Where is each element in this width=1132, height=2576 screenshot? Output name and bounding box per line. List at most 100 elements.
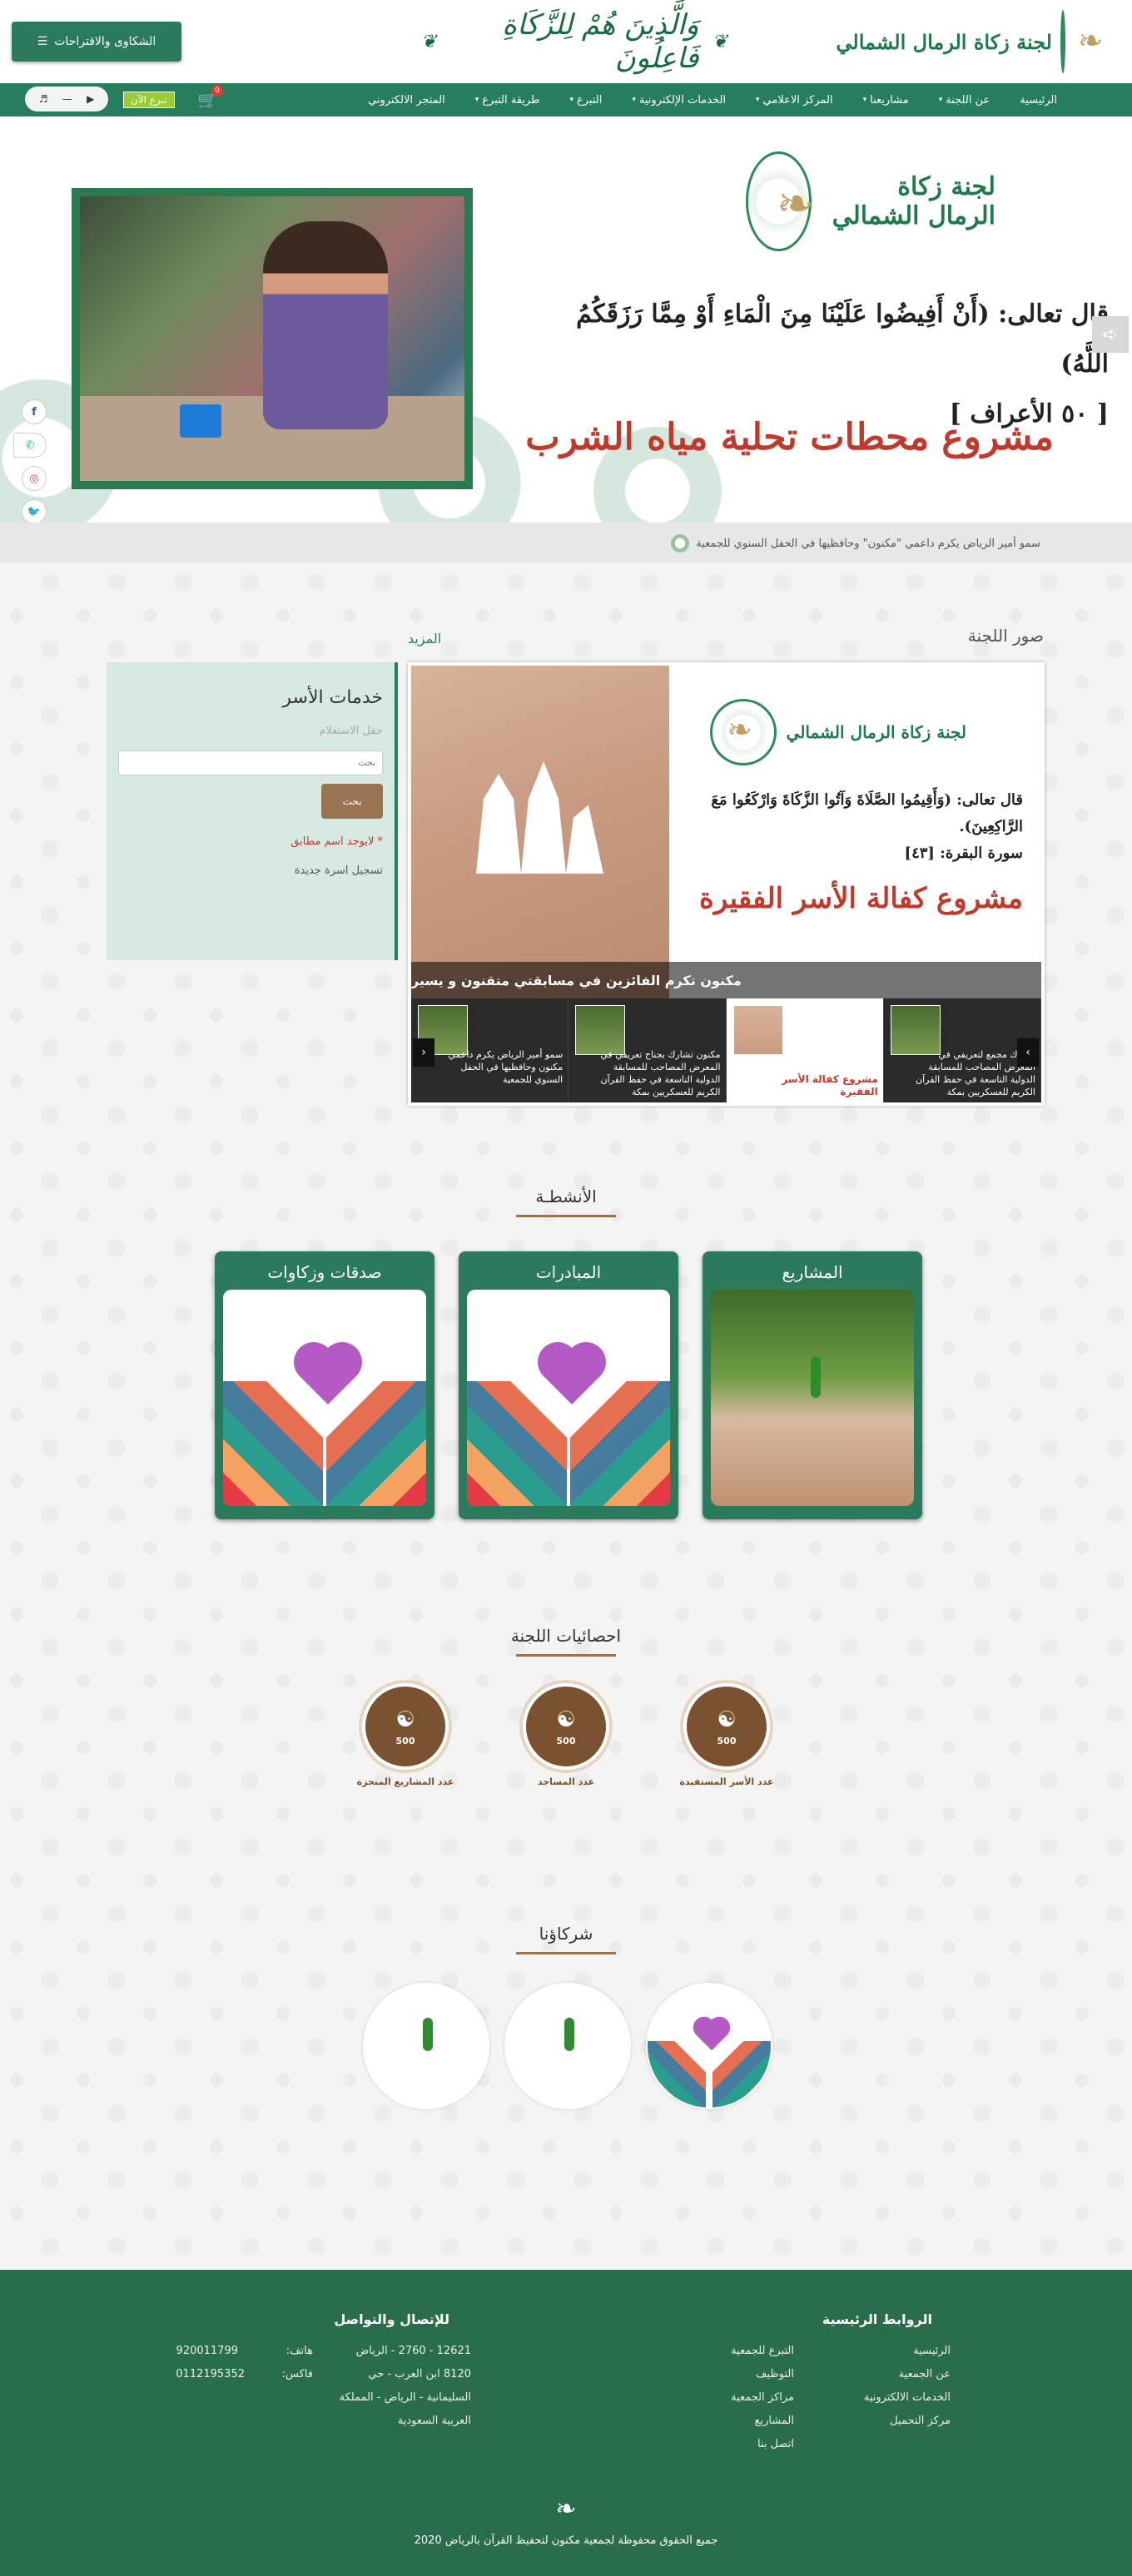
no-match-error: * لايوجد اسم مطابق <box>290 835 383 848</box>
hero-title: مشروع محطات تحلية مياه الشرب <box>525 416 1054 458</box>
thumb-image <box>732 1005 783 1055</box>
footer-link[interactable]: الخدمات الالكترونية <box>864 2391 951 2404</box>
chevron-left-icon[interactable]: ‹ <box>413 1038 434 1067</box>
nav-item[interactable]: التبرع ▾ <box>569 94 602 107</box>
nav-item[interactable]: مشاريعنا ▾ <box>863 94 909 107</box>
gallery-logo: لجنة زكاة الرمال الشمالي <box>709 699 966 765</box>
nav-item-label: الخدمات الإلكترونية <box>638 93 726 107</box>
thumb-image <box>575 1005 626 1055</box>
hands-shape <box>326 1381 426 1506</box>
partner-logo[interactable] <box>363 1983 489 2109</box>
thumb-caption: سمو أمير الرياض يكرم داعمي مكنون وحافظيه… <box>448 1049 564 1085</box>
volume-icon[interactable]: ♬ <box>39 93 48 105</box>
stats-heading: احصائيات اللجنة <box>466 1626 666 1657</box>
fax-label: فاكس: <box>281 2368 313 2380</box>
gallery-thumbnails: تشارك مجمع لتعريفي في المعرض المصاحب للم… <box>411 998 1041 1102</box>
gallery-thumb-active[interactable]: مشروع كفالة الأسر الفقيرة <box>726 998 884 1102</box>
hero-quote-line: قال تعالى: (أَنْ أَفِيضُوا عَلَيْنَا مِن… <box>576 300 1109 379</box>
hero-photo <box>80 196 464 481</box>
footer-address: 8120 ابن العرب - حي <box>368 2368 471 2380</box>
nav-item[interactable]: الخدمات الإلكترونية ▾ <box>632 94 726 107</box>
gallery-project-title: مشروع كفالة الأسر الفقيرة <box>699 882 1023 915</box>
audio-player[interactable]: ▶ — ♬ <box>25 87 108 111</box>
activity-card-charity[interactable]: صدقات وزكاوات <box>215 1251 434 1519</box>
phone-label: هاتف: <box>285 2345 313 2357</box>
hands-shape <box>467 1381 567 1506</box>
logo-emblem <box>1060 10 1103 73</box>
facebook-icon[interactable]: f <box>22 399 47 424</box>
footer-link[interactable]: عن الجمعية <box>899 2368 951 2380</box>
footer-link[interactable]: مراكز الجمعية <box>731 2391 794 2404</box>
list-icon: ☰ <box>37 35 48 48</box>
chevron-right-icon[interactable]: › <box>1017 1038 1039 1067</box>
complaints-button[interactable]: الشكاوى والاقتراحات ☰ <box>12 22 181 62</box>
search-button[interactable]: بحث <box>321 784 383 819</box>
gallery-more-link[interactable]: المزيد <box>408 631 441 646</box>
donate-now-button[interactable]: تبرع الآن <box>123 92 175 108</box>
stat-projects: ☯ 500 عدد المشاريع المنجزة <box>343 1683 468 1787</box>
sprout-shape <box>811 1356 821 1398</box>
footer-link[interactable]: التوظيف <box>756 2368 794 2380</box>
whatsapp-icon[interactable]: ✆ <box>13 433 47 458</box>
play-icon[interactable]: ▶ <box>87 93 94 105</box>
footer-link[interactable]: التبرع للجمعية <box>731 2345 794 2357</box>
nav-item-label: طريقة التبرع <box>482 93 540 107</box>
twitter-icon[interactable]: 🐦 <box>22 499 47 523</box>
stat-value: 500 <box>556 1735 576 1746</box>
fax-value: 0112195352 <box>176 2368 245 2380</box>
partner-logo[interactable] <box>504 1983 631 2109</box>
nav-item[interactable]: طريقة التبرع ▾ <box>475 94 540 107</box>
gallery-main-slide[interactable]: لجنة زكاة الرمال الشمالي قال تعالى: (وَأ… <box>411 666 1041 998</box>
ticker-text: سمو أمير الرياض يكرم داعمي "مكنون" وحافظ… <box>696 537 1040 550</box>
services-title: خدمات الأسر <box>282 687 383 708</box>
activity-image <box>711 1290 914 1506</box>
sprout-shape <box>423 2018 433 2051</box>
activity-image <box>223 1290 426 1506</box>
nav-item-label: مشاريعنا <box>870 93 909 107</box>
gallery-logo-emblem <box>709 699 777 765</box>
hero-logo-text: لجنة زكاة الرمال الشمالي <box>832 172 995 230</box>
cart-icon[interactable]: 🛒 0 <box>196 85 223 110</box>
footer-address: 12621 - 2760 - الرياض <box>355 2345 471 2357</box>
stat-value: 500 <box>395 1735 415 1746</box>
stats-heading-text: احصائيات اللجنة <box>510 1626 622 1646</box>
news-ticker: سمو أمير الرياض يكرم داعمي "مكنون" وحافظ… <box>0 523 1132 562</box>
footer-link[interactable]: الرئيسية <box>913 2345 951 2357</box>
slider-next-arrow-icon[interactable]: ➪ <box>1092 316 1129 353</box>
ticker-logo-icon <box>671 534 690 552</box>
audio-progress[interactable]: — <box>62 93 72 105</box>
nav-item[interactable]: الرئيسية <box>1020 94 1057 107</box>
header-logo[interactable]: لجنة زكاة الرمال الشمالي <box>836 10 1103 73</box>
activities-heading-text: الأنشطـة <box>535 1186 597 1206</box>
activity-card-projects[interactable]: المشاريع <box>703 1251 922 1519</box>
phone-value[interactable]: 920011799 <box>176 2345 238 2357</box>
main-navbar: الرئيسية عن اللجنة ▾ مشاريعنا ▾ المركز الاعلا… <box>0 83 1132 116</box>
partners-heading-text: شركاؤنا <box>539 1924 593 1944</box>
site-footer: الروابط الرئيسية الرئيسية عن الجمعية الخ… <box>0 2270 1132 2576</box>
sprout-shape <box>564 2018 574 2051</box>
logo-text: لجنة زكاة الرمال الشمالي <box>836 29 1052 54</box>
stat-label: عدد المساجد <box>537 1776 595 1787</box>
register-family-link[interactable]: تسجيل اسرة جديدة <box>118 864 383 877</box>
nav-item[interactable]: عن اللجنة ▾ <box>939 94 990 107</box>
gallery-thumb[interactable]: سمو أمير الرياض يكرم داعمي مكنون وحافظيه… <box>411 998 569 1102</box>
hero-logo: لجنة زكاة الرمال الشمالي <box>746 151 995 251</box>
partner-logo[interactable] <box>646 1983 772 2109</box>
footer-link[interactable]: مركز التحميل <box>890 2415 951 2427</box>
activity-card-initiatives[interactable]: المبادرات <box>459 1251 678 1519</box>
activity-title: المشاريع <box>782 1262 843 1282</box>
instagram-icon[interactable]: ◎ <box>22 466 47 491</box>
nav-item-label: المتجر الالكتروني <box>368 93 445 107</box>
nav-item-label: المركز الاعلامي <box>762 93 833 107</box>
query-input[interactable] <box>118 751 383 775</box>
nav-item[interactable]: المركز الاعلامي ▾ <box>756 94 833 107</box>
photo-bucket <box>180 404 221 438</box>
nav-item-label: الرئيسية <box>1020 93 1057 107</box>
family-silhouette <box>476 761 603 874</box>
ticker-item[interactable]: سمو أمير الرياض يكرم داعمي "مكنون" وحافظ… <box>671 534 1040 552</box>
footer-link[interactable]: اتصل بنا <box>757 2438 794 2450</box>
gallery-thumb[interactable]: مكنون تشارك بجناح تعريفي في المعرض المصا… <box>568 998 727 1102</box>
nav-item[interactable]: المتجر الالكتروني <box>368 94 445 107</box>
social-bar: f ✆ ◎ 🐦 <box>13 399 47 523</box>
footer-link[interactable]: المشاريع <box>755 2415 794 2427</box>
